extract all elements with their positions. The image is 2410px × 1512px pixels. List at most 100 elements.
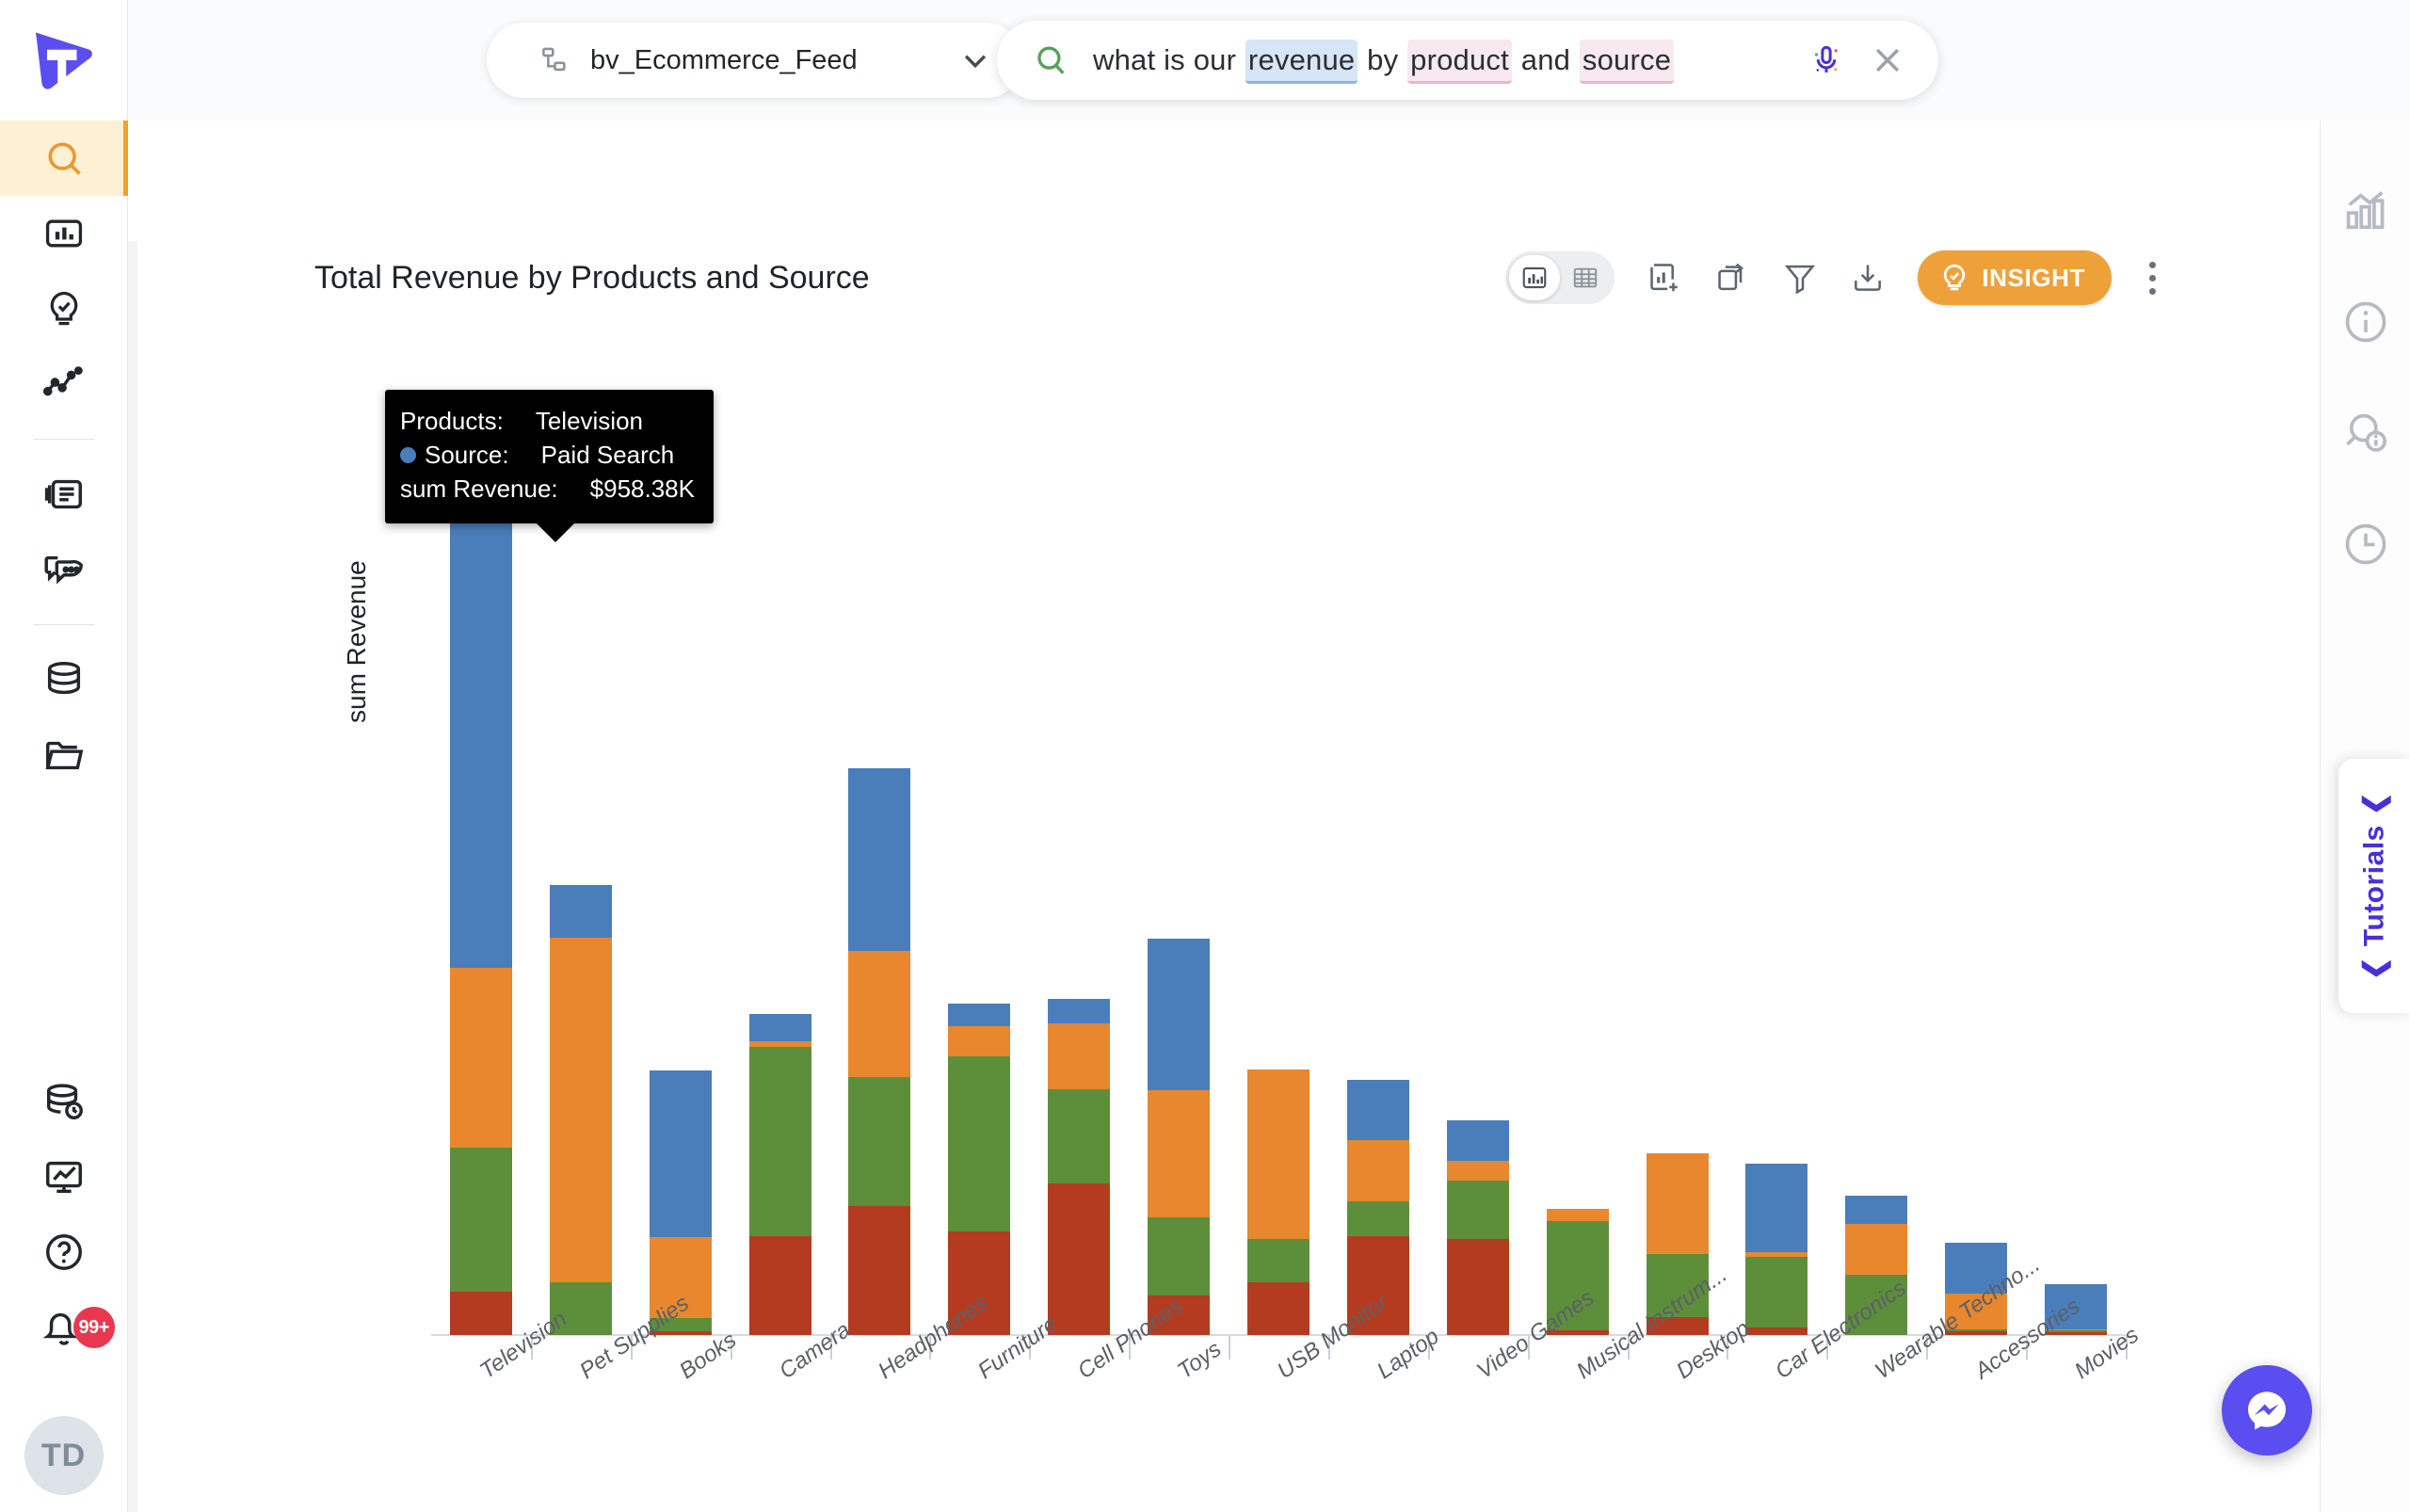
bar-segment-email[interactable] bbox=[1346, 1140, 1409, 1201]
bar-segment-direct[interactable] bbox=[449, 1292, 512, 1335]
bar-segment-direct[interactable] bbox=[1048, 1182, 1111, 1335]
data-source-selector[interactable]: bv_Ecommerce_Feed bbox=[487, 23, 1023, 98]
bar-segment-paid-search[interactable] bbox=[848, 768, 911, 951]
avatar[interactable]: TD bbox=[0, 1399, 128, 1512]
bar-segment-email[interactable] bbox=[948, 1026, 1011, 1057]
chart-config-button[interactable] bbox=[2332, 177, 2400, 245]
query-plain-3: and bbox=[1512, 43, 1579, 76]
bar-segment-email[interactable] bbox=[1845, 1223, 1908, 1275]
sidebar-item-folders[interactable] bbox=[0, 717, 128, 793]
query-token-revenue[interactable]: revenue bbox=[1245, 40, 1358, 84]
chevron-down-icon bbox=[964, 55, 987, 69]
chevron-up-icon: ❮ bbox=[2358, 956, 2390, 981]
bar-segment-paid-search[interactable] bbox=[549, 884, 612, 939]
bar-segment-social[interactable] bbox=[1148, 1216, 1211, 1296]
bar-segment-direct[interactable] bbox=[1745, 1327, 1808, 1335]
microphone-icon[interactable] bbox=[1808, 42, 1844, 78]
bar-segment-email[interactable] bbox=[549, 938, 612, 1282]
bar-segment-paid-search[interactable] bbox=[948, 1003, 1011, 1027]
bar-segment-social[interactable] bbox=[1346, 1200, 1409, 1237]
bar-segment-direct[interactable] bbox=[1446, 1238, 1509, 1335]
bar-segment-social[interactable] bbox=[1446, 1181, 1509, 1239]
bar-pet-supplies[interactable] bbox=[549, 884, 612, 1335]
sidebar-item-help[interactable] bbox=[0, 1214, 128, 1290]
sidebar-item-notifications[interactable]: 99+ bbox=[0, 1290, 128, 1365]
bar-segment-social[interactable] bbox=[948, 1056, 1011, 1231]
sidebar-item-search[interactable] bbox=[0, 121, 128, 196]
bar-segment-email[interactable] bbox=[1247, 1069, 1309, 1239]
bar-segment-paid-search[interactable] bbox=[1446, 1119, 1509, 1161]
bar-usb-monitor[interactable] bbox=[1247, 1069, 1309, 1335]
query-token-product[interactable]: product bbox=[1407, 40, 1512, 84]
bar-camera[interactable] bbox=[748, 1013, 811, 1335]
chevron-up-icon-2: ❮ bbox=[2358, 791, 2390, 816]
bar-segment-direct[interactable] bbox=[1247, 1281, 1309, 1335]
sidebar-item-data-history[interactable] bbox=[0, 1064, 128, 1139]
database-icon bbox=[47, 662, 80, 695]
sidebar-item-spotiq[interactable] bbox=[0, 271, 128, 346]
sidebar-item-answers[interactable] bbox=[0, 196, 128, 271]
query-token-source[interactable]: source bbox=[1579, 40, 1675, 84]
clock-icon bbox=[2345, 523, 2386, 565]
bar-segment-email[interactable] bbox=[1446, 1160, 1509, 1182]
info-button[interactable] bbox=[2332, 288, 2400, 356]
bar-segment-direct[interactable] bbox=[748, 1236, 811, 1335]
tooltip-label: Source: bbox=[425, 440, 509, 469]
bar-segment-email[interactable] bbox=[449, 968, 512, 1149]
bar-segment-social[interactable] bbox=[1745, 1256, 1808, 1327]
bar-segment-social[interactable] bbox=[1048, 1089, 1111, 1183]
bar-segment-paid-search[interactable] bbox=[1148, 939, 1211, 1091]
sidebar-item-data[interactable] bbox=[0, 642, 128, 717]
bar-segment-social[interactable] bbox=[848, 1076, 911, 1206]
bar-headphones[interactable] bbox=[848, 768, 911, 1335]
bar-chart-icon bbox=[45, 219, 82, 248]
messenger-icon bbox=[2248, 1391, 2286, 1430]
bar-segment-email[interactable] bbox=[1048, 1023, 1111, 1090]
bar-segment-paid-search[interactable] bbox=[748, 1013, 811, 1042]
messenger-button[interactable] bbox=[2222, 1365, 2312, 1456]
trend-line-icon bbox=[42, 366, 83, 396]
y-axis-ticks: $2M$1.5M$1.25M$1M$750K$500K$250K0 bbox=[149, 121, 412, 1512]
x-axis-label: Toys bbox=[1173, 1336, 1227, 1385]
bar-television[interactable] bbox=[449, 483, 512, 1335]
close-icon[interactable] bbox=[1869, 41, 1906, 79]
sidebar-item-monitor[interactable] bbox=[0, 346, 128, 422]
brand-logo[interactable] bbox=[0, 0, 128, 121]
history-button[interactable] bbox=[2332, 510, 2400, 578]
bar-segment-email[interactable] bbox=[1745, 1252, 1808, 1257]
bar-segment-email[interactable] bbox=[1646, 1152, 1709, 1254]
bar-car-electronics[interactable] bbox=[1745, 1164, 1808, 1335]
query-plain-1: what is our bbox=[1093, 43, 1245, 76]
explore-button[interactable] bbox=[2332, 399, 2400, 467]
search-input[interactable]: what is our revenue by product and sourc… bbox=[1093, 40, 1784, 84]
sidebar-divider-2 bbox=[33, 624, 94, 625]
y-axis-title: sum Revenue bbox=[342, 560, 371, 723]
chart-bars-trend-icon bbox=[2346, 191, 2384, 230]
bar-segment-paid-search[interactable] bbox=[649, 1070, 712, 1238]
bar-cell-phones[interactable] bbox=[1048, 998, 1111, 1335]
sidebar-item-monitoring[interactable] bbox=[0, 1139, 128, 1214]
bar-segment-social[interactable] bbox=[748, 1046, 811, 1237]
bar-segment-paid-search[interactable] bbox=[1048, 998, 1111, 1024]
scroll-divider bbox=[128, 241, 137, 1512]
tutorials-tab[interactable]: ❮ Tutorials ❮ bbox=[2338, 759, 2410, 1013]
search-bar[interactable]: what is our revenue by product and sourc… bbox=[997, 21, 1938, 100]
left-sidebar: 99+ TD bbox=[0, 0, 128, 1512]
bar-furniture[interactable] bbox=[948, 1003, 1011, 1335]
bar-segment-social[interactable] bbox=[449, 1148, 512, 1293]
bar-segment-paid-search[interactable] bbox=[1346, 1079, 1409, 1141]
sidebar-item-conversations[interactable] bbox=[0, 532, 128, 607]
folder-icon bbox=[45, 741, 83, 770]
bar-segment-email[interactable] bbox=[848, 950, 911, 1077]
bar-segment-email[interactable] bbox=[1546, 1208, 1609, 1222]
bar-segment-social[interactable] bbox=[1247, 1238, 1309, 1282]
bar-video-games[interactable] bbox=[1446, 1119, 1509, 1335]
bar-segment-paid-search[interactable] bbox=[1745, 1164, 1808, 1253]
bar-segment-paid-search[interactable] bbox=[449, 483, 512, 969]
bar-segment-email[interactable] bbox=[1148, 1090, 1211, 1217]
bar-toys[interactable] bbox=[1148, 939, 1211, 1335]
sidebar-item-liveboards[interactable] bbox=[0, 457, 128, 532]
bar-segment-direct[interactable] bbox=[848, 1205, 911, 1335]
bar-segment-email[interactable] bbox=[748, 1041, 811, 1047]
bar-segment-paid-search[interactable] bbox=[1845, 1196, 1908, 1224]
